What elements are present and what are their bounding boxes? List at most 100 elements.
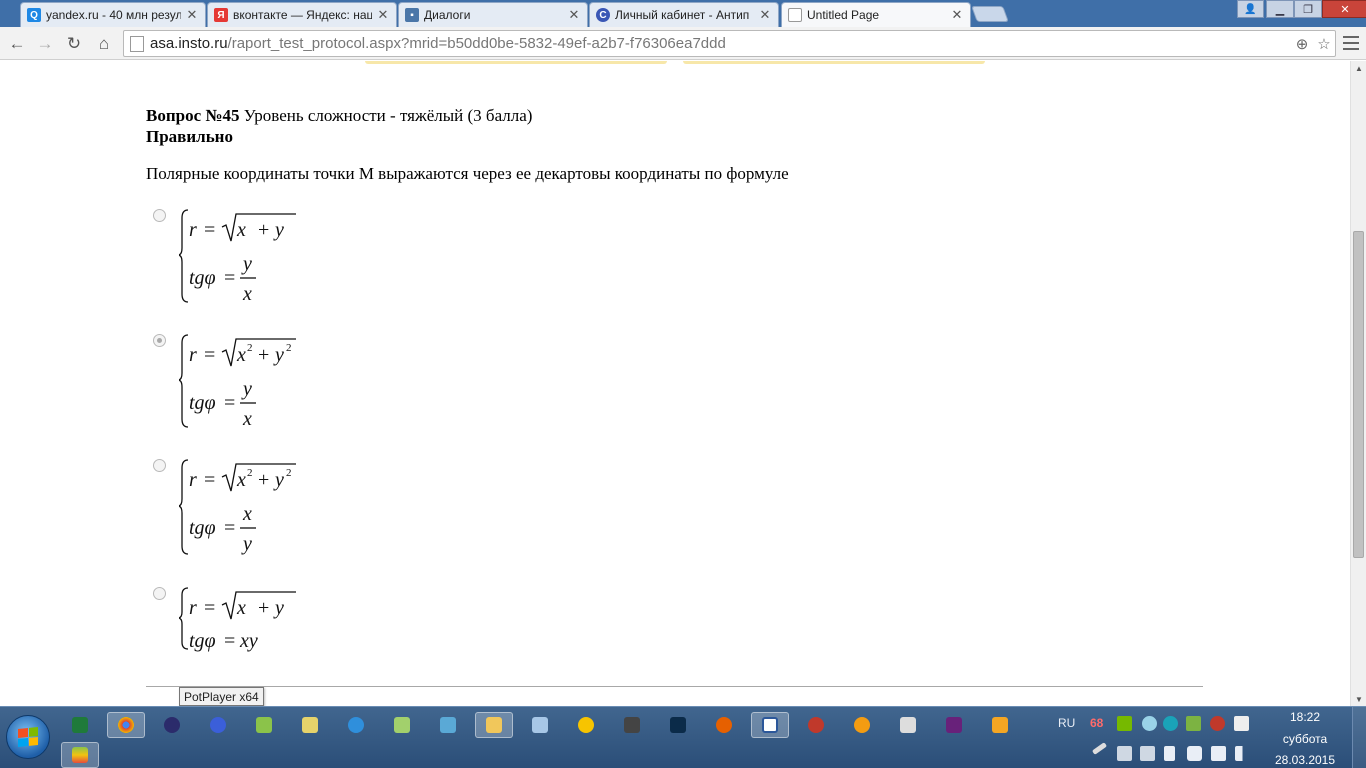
photoshop-icon[interactable] [659,712,697,738]
close-icon[interactable]: ✕ [185,7,199,23]
svg-text:2: 2 [286,467,292,479]
nvidia-icon[interactable] [1117,716,1132,731]
clipboard-icon[interactable] [1234,716,1249,731]
answer-radio-2[interactable] [153,334,166,347]
svg-text:=: = [224,392,235,414]
visual-studio-icon[interactable] [935,712,973,738]
restore-button[interactable]: ❐ [1294,0,1322,18]
explorer-folder-icon[interactable] [475,712,513,738]
pen-icon[interactable] [1091,742,1108,755]
address-bar[interactable]: asa.insto.ru/raport_test_protocol.aspx?m… [123,30,1336,57]
formula-tg: tgφ [189,267,216,289]
start-button[interactable] [6,715,50,759]
svg-text:=: = [204,469,215,491]
media-center-icon[interactable] [153,712,191,738]
tab-vkontakte-yandex[interactable]: Я вконтакте — Яндекс: нац ✕ [207,2,397,27]
tab-title: вконтакте — Яндекс: нац [233,8,372,22]
minimize-button[interactable]: ▁ [1266,0,1294,18]
divider [146,686,1203,687]
daemon-tools-icon[interactable] [567,712,605,738]
speaker-tray-icon[interactable] [1117,746,1132,761]
wifi-icon[interactable] [383,712,421,738]
svg-text:x: x [236,344,246,366]
potplayer-icon[interactable] [199,712,237,738]
image-viewer-icon[interactable] [429,712,467,738]
formula-2: r = x 2 + y 2 tgφ = y x [177,333,309,436]
question-text: Полярные координаты точки М выражаются ч… [146,164,789,183]
search-icon: Q [27,8,41,22]
close-window-button[interactable]: ✕ [1322,0,1366,18]
svg-text:r: r [189,597,197,619]
svg-text:+: + [258,469,269,491]
question-number: Вопрос №45 [146,106,240,125]
reload-button[interactable]: ↻ [62,32,86,56]
tab-title: Диалоги [424,8,471,22]
bluestacks-tray-icon[interactable] [1186,716,1201,731]
game-icon[interactable] [797,712,835,738]
zoom-icon[interactable]: ⊕ [1291,35,1313,53]
language-indicator[interactable]: RU [1058,716,1075,730]
close-icon[interactable]: ✕ [950,7,964,23]
camera-icon[interactable] [613,712,651,738]
svg-text:x: x [242,408,252,430]
close-icon[interactable]: ✕ [758,7,772,23]
firefox-icon[interactable] [705,712,743,738]
video-player-icon[interactable] [981,712,1019,738]
tab-yandex-search[interactable]: Q yandex.ru - 40 млн резул ✕ [20,2,206,27]
tab-personal-cabinet[interactable]: C Личный кабинет - Антип ✕ [589,2,779,27]
show-desktop-button[interactable] [1352,707,1366,768]
user-icon[interactable]: 👤 [1237,0,1264,18]
tab-dialogs[interactable]: ▪ Диалоги ✕ [398,2,588,27]
security-icon[interactable] [1210,716,1225,731]
volume-icon[interactable] [1187,746,1202,761]
internet-explorer-icon[interactable] [337,712,375,738]
forward-button[interactable]: → [33,32,57,56]
power-plug-icon[interactable] [1211,746,1226,761]
url-text[interactable]: asa.insto.ru/raport_test_protocol.aspx?m… [150,35,1291,52]
close-icon[interactable]: ✕ [567,7,581,23]
svg-text:y: y [241,378,252,400]
network-hub-icon[interactable] [1142,716,1157,731]
signal-bars-icon[interactable] [1235,746,1250,761]
svg-text:=: = [224,517,235,539]
svg-text:y: y [273,469,284,491]
flag-icon[interactable] [1164,746,1175,761]
url-path: /raport_test_protocol.aspx?mrid=b50dd0be… [227,35,726,52]
sync-icon[interactable] [1163,716,1178,731]
network-tool-icon[interactable] [245,712,283,738]
formula-1: r = x + y tgφ = y x [177,208,309,311]
svg-text:y: y [241,533,252,555]
menu-button[interactable] [1342,34,1360,52]
page-icon [130,35,144,52]
apps-grid-icon[interactable] [889,712,927,738]
close-icon[interactable]: ✕ [376,7,390,23]
notepad-icon[interactable] [291,712,329,738]
scroll-up-arrow-icon[interactable]: ▲ [1351,61,1366,75]
scroll-thumb[interactable] [1353,231,1364,558]
new-tab-button[interactable] [971,6,1009,22]
question-header: Вопрос №45 Уровень сложности - тяжёлый (… [146,105,532,147]
answer-radio-1[interactable] [153,209,166,222]
audio-icon[interactable] [521,712,559,738]
word-icon[interactable] [751,712,789,738]
formula-3: r = x 2 + y 2 tgφ = x y [177,458,309,563]
bookmark-star-icon[interactable]: ☆ [1313,35,1335,53]
svg-text:2: 2 [247,342,253,354]
answer-radio-4[interactable] [153,587,166,600]
temperature-badge[interactable]: 68 [1090,716,1103,731]
back-button[interactable]: ← [5,32,29,56]
monitor-icon[interactable] [1140,746,1155,761]
bluestacks-icon[interactable] [61,742,99,768]
chrome-icon[interactable] [107,712,145,738]
scroll-down-arrow-icon[interactable]: ▼ [1351,692,1366,706]
clock[interactable]: 18:22 суббота 28.03.2015 [1270,707,1340,768]
home-button[interactable]: ⌂ [92,32,116,56]
url-host: asa.insto.ru [150,35,228,52]
vertical-scrollbar[interactable]: ▲ ▼ [1350,61,1366,706]
answer-radio-3[interactable] [153,459,166,472]
svg-text:r: r [189,469,197,491]
tab-untitled-page[interactable]: Untitled Page ✕ [781,2,971,27]
counter-icon[interactable] [843,712,881,738]
svg-text:tgφ: tgφ [189,630,216,652]
excel-icon[interactable] [61,712,99,738]
